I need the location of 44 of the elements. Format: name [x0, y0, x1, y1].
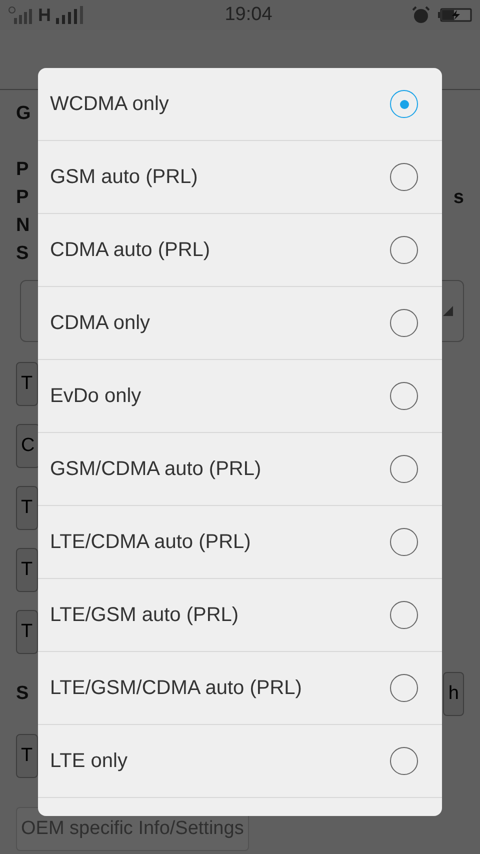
radio-button[interactable] — [390, 601, 418, 629]
signal-icon — [55, 6, 85, 24]
option-row[interactable]: LTE only — [38, 725, 442, 798]
option-label: CDMA auto (PRL) — [50, 238, 210, 263]
option-label: LTE only — [50, 749, 128, 774]
option-row[interactable]: GSM auto (PRL) — [38, 141, 442, 214]
option-row[interactable]: CDMA auto (PRL) — [38, 214, 442, 287]
field-value: s — [453, 186, 464, 210]
option-row[interactable]: LTE/GSM/CDMA auto (PRL) — [38, 652, 442, 725]
radio-button[interactable] — [390, 236, 418, 264]
radio-button[interactable] — [390, 309, 418, 337]
radio-selected[interactable] — [390, 90, 418, 118]
field-label: P — [16, 186, 29, 210]
field-label: N — [16, 214, 30, 238]
option-row[interactable]: LTE/CDMA auto (PRL) — [38, 506, 442, 579]
option-label: LTE/CDMA auto (PRL) — [50, 530, 251, 555]
option-label: CDMA only — [50, 311, 150, 336]
signal-icon — [8, 6, 34, 24]
option-row[interactable]: EvDo only — [38, 360, 442, 433]
option-row[interactable]: WCDMA only — [38, 68, 442, 141]
radio-button[interactable] — [390, 528, 418, 556]
option-row[interactable]: CDMA only — [38, 287, 442, 360]
option-row[interactable]: LTE/GSM auto (PRL) — [38, 579, 442, 652]
radio-button[interactable] — [390, 747, 418, 775]
clock-time: 19:04 — [224, 2, 272, 27]
option-label: GSM/CDMA auto (PRL) — [50, 457, 262, 482]
field-label: P — [16, 158, 29, 182]
radio-button[interactable] — [390, 455, 418, 483]
option-label: WCDMA only — [50, 92, 169, 117]
field-label: S — [16, 242, 29, 266]
battery-icon — [438, 8, 472, 22]
option-label: LTE/GSM auto (PRL) — [50, 603, 239, 628]
radio-button[interactable] — [390, 382, 418, 410]
network-type: H — [38, 4, 51, 26]
alarm-icon — [412, 6, 430, 24]
radio-button[interactable] — [390, 674, 418, 702]
option-label: LTE/GSM/CDMA auto (PRL) — [50, 676, 302, 701]
section-label: S — [16, 682, 29, 706]
caret-icon — [443, 306, 453, 316]
field-label: G — [16, 102, 31, 126]
option-label: EvDo only — [50, 384, 142, 409]
option-row[interactable]: GSM/CDMA auto (PRL) — [38, 433, 442, 506]
option-label: GSM auto (PRL) — [50, 165, 198, 190]
radio-button[interactable] — [390, 163, 418, 191]
